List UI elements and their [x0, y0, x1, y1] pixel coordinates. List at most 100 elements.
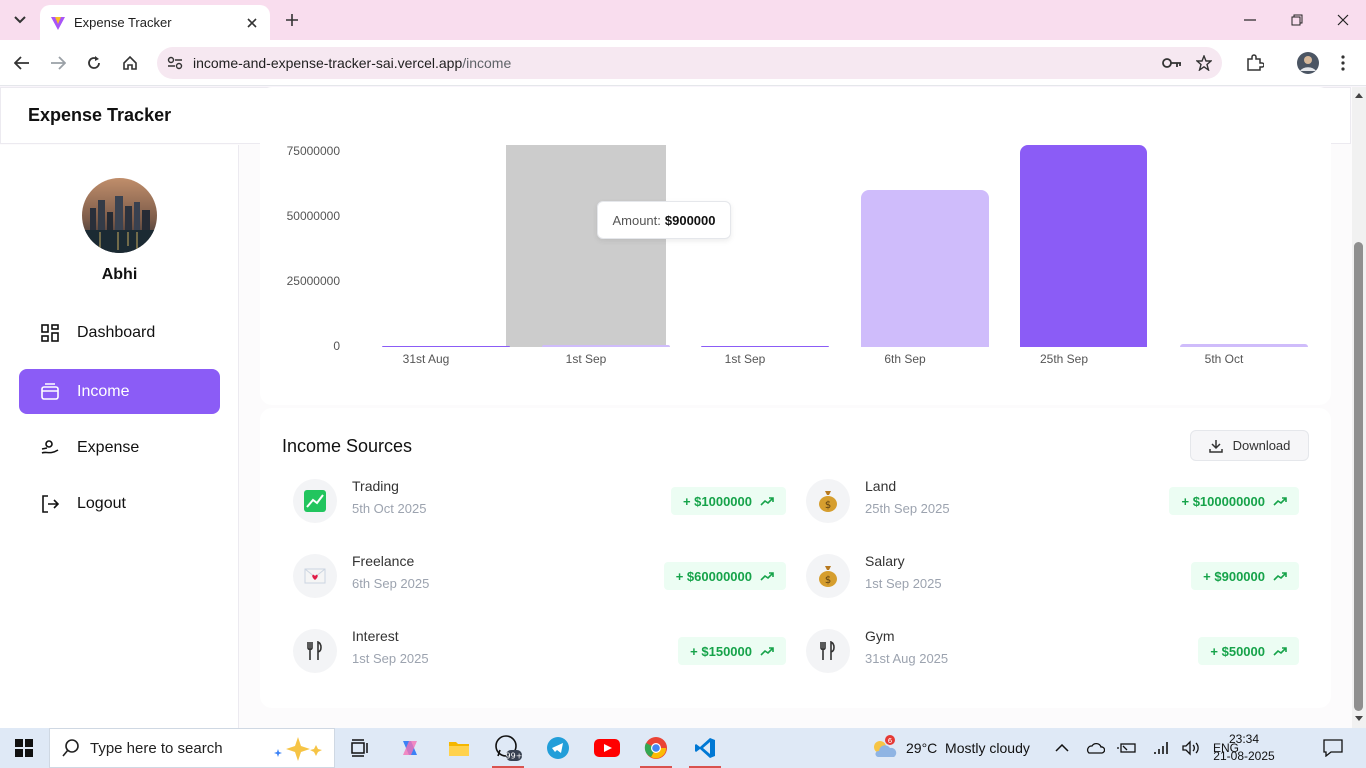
show-hidden-icons[interactable]	[1055, 728, 1069, 768]
clock-date: 21-08-2025	[1213, 749, 1275, 763]
dashboard-icon	[39, 322, 61, 344]
income-source-name: Interest	[352, 628, 399, 644]
notifications-icon[interactable]	[1323, 728, 1343, 768]
income-source-item[interactable]: Trading 5th Oct 2025 + $1000000	[281, 476, 786, 526]
income-amount: + $1000000	[682, 493, 752, 509]
sparkle-icon	[270, 735, 326, 761]
sidebar-item-label: Expense	[77, 438, 140, 456]
reload-icon[interactable]	[82, 51, 106, 75]
address-bar: income-and-expense-tracker-sai.vercel.ap…	[0, 40, 1366, 86]
page-scrollbar[interactable]	[1352, 87, 1366, 728]
tooltip-value: $900000	[664, 212, 716, 228]
new-tab-icon[interactable]	[282, 10, 302, 30]
user-avatar	[82, 178, 157, 253]
url-path: /income	[462, 55, 512, 71]
taskbar-clock[interactable]: 23:34 21-08-2025	[1208, 731, 1280, 765]
download-label: Download	[1232, 438, 1291, 453]
sidebar-item-dashboard[interactable]: Dashboard	[19, 310, 220, 355]
profile-avatar[interactable]	[1296, 51, 1320, 75]
utensils-icon	[293, 629, 337, 673]
volume-icon[interactable]	[1181, 728, 1201, 768]
income-amount: + $100000000	[1181, 493, 1265, 509]
chart-emoji-icon	[293, 479, 337, 523]
svg-text:$: $	[825, 575, 831, 586]
trending-up-icon	[760, 496, 774, 506]
extensions-icon[interactable]	[1243, 51, 1267, 75]
scroll-up-icon[interactable]	[1354, 90, 1364, 100]
trending-up-icon	[760, 646, 774, 656]
wifi-icon[interactable]	[1151, 728, 1169, 768]
chrome-icon[interactable]	[634, 728, 678, 768]
chart-bar[interactable]	[1180, 344, 1308, 347]
weather-badge: 6	[888, 737, 893, 745]
download-button[interactable]: Download	[1190, 430, 1309, 461]
wallet-icon	[39, 381, 61, 403]
vite-logo-icon	[51, 16, 65, 30]
income-source-date: 31st Aug 2025	[865, 651, 949, 666]
browser-tab-bar: Expense Tracker	[0, 0, 1366, 40]
copilot-icon[interactable]	[388, 728, 432, 768]
browser-tab[interactable]: Expense Tracker	[40, 5, 270, 40]
income-source-date: 5th Oct 2025	[352, 501, 427, 516]
file-explorer-icon[interactable]	[437, 728, 481, 768]
svg-text:$: $	[825, 500, 831, 511]
tab-close-icon[interactable]	[244, 15, 260, 31]
home-icon[interactable]	[118, 51, 142, 75]
chart-bar[interactable]	[1020, 145, 1147, 347]
vscode-icon[interactable]	[683, 728, 727, 768]
income-amount-badge: + $1000000	[670, 487, 786, 515]
income-source-date: 6th Sep 2025	[352, 576, 430, 591]
minimize-icon[interactable]	[1238, 8, 1262, 32]
x-tick-label: 1st Sep	[724, 352, 766, 366]
x-tick-label: 25th Sep	[1039, 352, 1089, 366]
site-settings-icon[interactable]	[161, 49, 189, 77]
weather-icon: 6	[870, 735, 898, 761]
weather-widget[interactable]: 6 29°C Mostly cloudy	[870, 728, 1030, 768]
y-tick-label: 25000000	[286, 274, 340, 288]
income-chart-card: 75000000 50000000 25000000 0 31st Aug 1s…	[260, 87, 1331, 405]
income-source-name: Salary	[865, 553, 905, 569]
battery-icon[interactable]	[1117, 728, 1137, 768]
sidebar-item-expense[interactable]: Expense	[19, 425, 220, 470]
income-source-item[interactable]: $ Land 25th Sep 2025 + $100000000	[794, 476, 1299, 526]
windows-taskbar: Type here to search 99+ 6 29°C Mostly cl…	[0, 728, 1366, 768]
back-icon[interactable]	[10, 51, 34, 75]
browser-menu-icon[interactable]	[1331, 51, 1355, 75]
omnibox[interactable]: income-and-expense-tracker-sai.vercel.ap…	[157, 47, 1222, 79]
expense-icon	[39, 437, 61, 459]
sidebar: Abhi Dashboard Income Expense Logout	[0, 145, 239, 728]
forward-icon[interactable]	[46, 51, 70, 75]
chart-bar[interactable]	[382, 346, 510, 347]
whatsapp-icon[interactable]: 99+	[486, 728, 530, 768]
url-text[interactable]: income-and-expense-tracker-sai.vercel.ap…	[193, 55, 1158, 71]
url-host: income-and-expense-tracker-sai.vercel.ap…	[193, 55, 463, 71]
restore-icon[interactable]	[1285, 8, 1309, 32]
income-source-item[interactable]: Interest 1st Sep 2025 + $150000	[281, 626, 786, 676]
bookmark-star-icon[interactable]	[1190, 49, 1218, 77]
close-window-icon[interactable]	[1331, 8, 1355, 32]
tab-search-button[interactable]	[8, 8, 32, 32]
youtube-icon[interactable]	[585, 728, 629, 768]
telegram-icon[interactable]	[536, 728, 580, 768]
task-view-icon[interactable]	[338, 728, 382, 768]
income-source-item[interactable]: Gym 31st Aug 2025 + $50000	[794, 626, 1299, 676]
search-icon	[62, 739, 80, 757]
chart-hover-highlight	[506, 145, 666, 347]
chart-bar[interactable]	[701, 346, 829, 347]
onedrive-icon[interactable]	[1085, 728, 1105, 768]
windows-start-icon[interactable]	[0, 728, 48, 768]
chart-bar[interactable]	[542, 344, 670, 347]
utensils-icon	[806, 629, 850, 673]
income-source-item[interactable]: $ Salary 1st Sep 2025 + $900000	[794, 551, 1299, 601]
scroll-down-icon[interactable]	[1354, 713, 1364, 723]
taskbar-search-box[interactable]: Type here to search	[49, 728, 335, 768]
trending-up-icon	[1273, 496, 1287, 506]
password-key-icon[interactable]	[1158, 49, 1186, 77]
sidebar-item-income[interactable]: Income	[19, 369, 220, 414]
trending-up-icon	[760, 571, 774, 581]
income-source-item[interactable]: Freelance 6th Sep 2025 + $60000000	[281, 551, 786, 601]
income-source-name: Trading	[352, 478, 399, 494]
sidebar-item-logout[interactable]: Logout	[19, 481, 220, 526]
chart-bar[interactable]	[861, 190, 989, 347]
scrollbar-thumb[interactable]	[1354, 242, 1363, 711]
